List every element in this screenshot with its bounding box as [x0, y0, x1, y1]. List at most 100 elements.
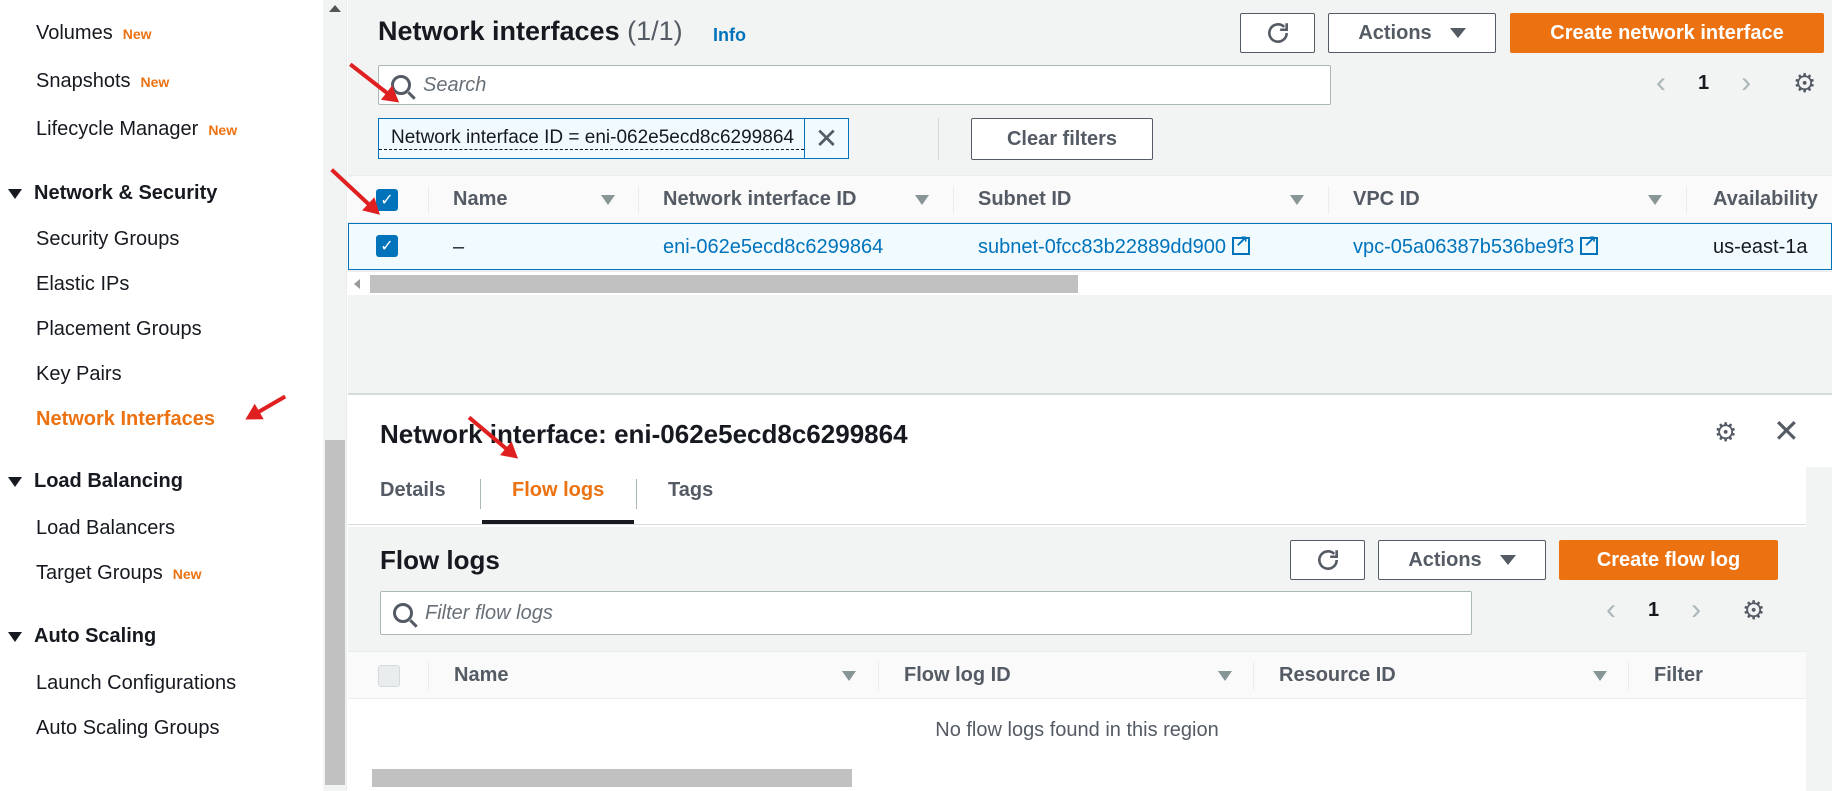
tab-separator — [636, 479, 637, 509]
column-separator — [1686, 186, 1687, 214]
sidebar-item-elastic-ips[interactable]: Elastic IPs — [36, 273, 129, 296]
chevron-left-icon[interactable]: ‹ — [1656, 66, 1666, 100]
divider — [938, 118, 939, 160]
tab-flow-logs[interactable]: Flow logs — [512, 479, 604, 502]
sidebar-item-snapshots[interactable]: Snapshots New — [36, 70, 169, 93]
page-number[interactable]: 1 — [1648, 599, 1659, 622]
column-header-name[interactable]: Name — [454, 664, 508, 687]
sort-icon[interactable] — [842, 671, 856, 681]
cell-subnet-id[interactable]: subnet-0fcc83b22889dd900 — [978, 232, 1250, 259]
close-icon[interactable]: ✕ — [803, 119, 848, 158]
create-flow-log-button[interactable]: Create flow log — [1559, 540, 1778, 580]
actions-label: Actions — [1358, 21, 1432, 44]
network-interfaces-panel: Network interfaces (1/1) Info Actions Cr… — [348, 0, 1832, 295]
table-row[interactable]: ✓ – eni-062e5ecd8c6299864 subnet-0fcc83b… — [348, 223, 1832, 270]
chevron-left-icon[interactable]: ‹ — [1606, 593, 1616, 627]
gear-icon[interactable]: ⚙ — [1742, 595, 1765, 626]
search-input[interactable]: Search — [378, 65, 1331, 105]
refresh-button[interactable] — [1290, 540, 1365, 580]
sidebar-item-load-balancers[interactable]: Load Balancers — [36, 517, 175, 540]
sidebar-item-label: Snapshots — [36, 70, 131, 92]
section-label: Load Balancing — [34, 470, 183, 492]
clear-filters-button[interactable]: Clear filters — [971, 118, 1153, 160]
sidebar-item-key-pairs[interactable]: Key Pairs — [36, 363, 122, 386]
column-header-resource-id[interactable]: Resource ID — [1279, 664, 1396, 687]
close-icon[interactable]: ✕ — [1773, 412, 1800, 450]
column-separator — [638, 186, 639, 214]
refresh-button[interactable] — [1240, 13, 1315, 53]
sidebar-scroll-thumb[interactable] — [325, 440, 345, 785]
tab-details[interactable]: Details — [380, 479, 446, 502]
cell-vpc-id[interactable]: vpc-05a06387b536be9f3 — [1353, 232, 1599, 259]
gear-icon[interactable]: ⚙ — [1714, 417, 1737, 448]
sidebar: Volumes New Snapshots New Lifecycle Manage… — [0, 0, 323, 791]
cell-availability-zone: us-east-1a — [1713, 236, 1808, 258]
sort-icon[interactable] — [1648, 195, 1662, 205]
info-link[interactable]: Info — [713, 25, 746, 46]
actions-label: Actions — [1408, 548, 1482, 571]
flow-logs-table-header: Name Flow log ID Resource ID Filter — [348, 651, 1806, 699]
external-link-icon[interactable] — [1232, 232, 1250, 255]
cell-network-interface-id[interactable]: eni-062e5ecd8c6299864 — [663, 236, 883, 259]
sidebar-item-launch-configurations[interactable]: Launch Configurations — [36, 672, 236, 695]
sidebar-section-auto-scaling[interactable]: Auto Scaling — [8, 625, 156, 648]
sidebar-item-label: Target Groups — [36, 562, 163, 584]
scroll-up-arrow-icon[interactable] — [329, 5, 341, 12]
column-header-flow-log-id[interactable]: Flow log ID — [904, 664, 1011, 687]
sidebar-section-network-security[interactable]: Network & Security — [8, 182, 217, 205]
sidebar-item-auto-scaling-groups[interactable]: Auto Scaling Groups — [36, 717, 219, 740]
column-header-network-interface-id[interactable]: Network interface ID — [663, 188, 856, 211]
empty-state-message: No flow logs found in this region — [935, 719, 1219, 741]
sort-icon[interactable] — [1290, 195, 1304, 205]
sort-icon[interactable] — [601, 195, 615, 205]
gear-icon[interactable]: ⚙ — [1793, 68, 1816, 99]
sidebar-section-load-balancing[interactable]: Load Balancing — [8, 470, 183, 493]
chevron-right-icon[interactable]: › — [1741, 66, 1751, 100]
section-label: Auto Scaling — [34, 625, 157, 647]
column-separator — [428, 186, 429, 214]
column-separator — [1628, 662, 1629, 690]
new-badge: New — [122, 26, 152, 42]
refresh-icon — [1317, 550, 1338, 570]
sidebar-item-volumes[interactable]: Volumes New — [36, 22, 152, 45]
external-link-icon[interactable] — [1580, 232, 1599, 255]
actions-button[interactable]: Actions — [1378, 540, 1546, 580]
sidebar-item-network-interfaces[interactable]: Network Interfaces — [36, 408, 215, 431]
column-header-name[interactable]: Name — [453, 188, 507, 211]
row-checkbox[interactable]: ✓ — [376, 235, 398, 257]
sidebar-item-lifecycle-manager[interactable]: Lifecycle Manager New — [36, 118, 237, 141]
cell-name: – — [453, 236, 465, 258]
column-header-filter[interactable]: Filter — [1654, 664, 1703, 687]
scroll-left-icon[interactable] — [354, 279, 360, 289]
tab-tags[interactable]: Tags — [668, 479, 713, 502]
chevron-right-icon[interactable]: › — [1691, 593, 1701, 627]
filter-placeholder: Filter flow logs — [425, 601, 553, 624]
column-header-vpc-id[interactable]: VPC ID — [1353, 188, 1420, 211]
column-separator — [878, 662, 879, 690]
sidebar-item-placement-groups[interactable]: Placement Groups — [36, 318, 202, 341]
column-header-subnet-id[interactable]: Subnet ID — [978, 188, 1071, 211]
select-all-checkbox[interactable] — [378, 665, 400, 687]
caret-down-icon — [8, 476, 22, 487]
sort-icon[interactable] — [915, 195, 929, 205]
new-badge: New — [140, 74, 170, 90]
subnet-id-link[interactable]: subnet-0fcc83b22889dd900 — [978, 236, 1226, 258]
sort-icon[interactable] — [1218, 671, 1232, 681]
detail-vertical-scrollbar[interactable] — [1806, 467, 1832, 791]
selection-count: (1/1) — [627, 16, 683, 46]
table-horizontal-scrollbar[interactable] — [348, 271, 1832, 295]
sort-icon[interactable] — [1593, 671, 1607, 681]
scroll-thumb[interactable] — [370, 275, 1078, 293]
column-header-availability[interactable]: Availability — [1713, 188, 1818, 211]
actions-button[interactable]: Actions — [1328, 13, 1496, 53]
scroll-thumb[interactable] — [372, 769, 852, 787]
flow-logs-filter-input[interactable]: Filter flow logs — [380, 591, 1472, 635]
refresh-icon — [1267, 23, 1288, 43]
sidebar-item-security-groups[interactable]: Security Groups — [36, 228, 179, 251]
filter-token[interactable]: Network interface ID = eni-062e5ecd8c629… — [378, 118, 849, 159]
create-network-interface-button[interactable]: Create network interface — [1510, 13, 1824, 53]
flow-logs-horizontal-scrollbar[interactable] — [348, 765, 1806, 791]
page-number[interactable]: 1 — [1698, 72, 1709, 95]
sidebar-item-target-groups[interactable]: Target Groups New — [36, 562, 202, 585]
vpc-id-link[interactable]: vpc-05a06387b536be9f3 — [1353, 236, 1574, 258]
